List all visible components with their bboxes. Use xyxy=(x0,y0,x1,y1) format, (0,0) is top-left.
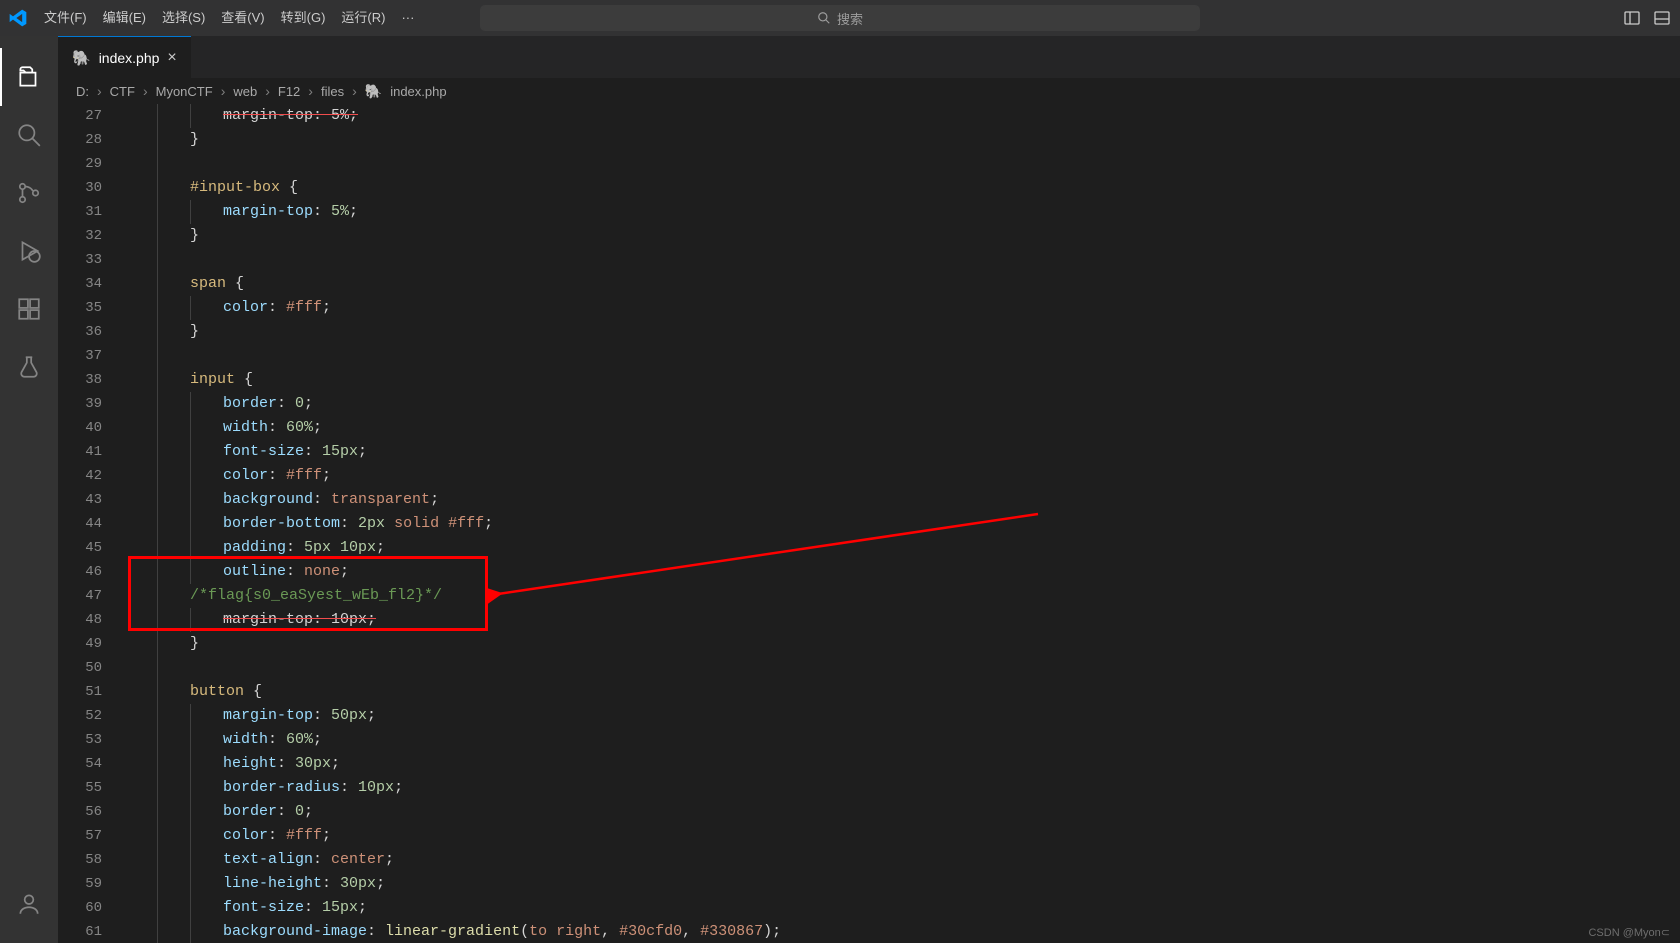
menu-edit[interactable]: 编辑(E) xyxy=(95,0,154,36)
layout-controls xyxy=(1624,10,1670,26)
minimap[interactable] xyxy=(1666,104,1680,943)
breadcrumb-segment[interactable]: CTF xyxy=(110,84,135,99)
breadcrumb-segment[interactable]: web xyxy=(233,84,257,99)
menu-select[interactable]: 选择(S) xyxy=(154,0,213,36)
title-bar: 文件(F) 编辑(E) 选择(S) 查看(V) 转到(G) 运行(R) ··· … xyxy=(0,0,1680,36)
breadcrumb-segment[interactable]: files xyxy=(321,84,344,99)
menu-view[interactable]: 查看(V) xyxy=(213,0,272,36)
line-number-gutter: 2728293031323334353637383940414243444546… xyxy=(58,104,116,943)
search-placeholder: 搜索 xyxy=(837,9,863,28)
menu-goto[interactable]: 转到(G) xyxy=(273,0,334,36)
activity-source-control-icon[interactable] xyxy=(0,164,58,222)
chevron-right-icon: › xyxy=(97,83,102,99)
code-editor[interactable]: 2728293031323334353637383940414243444546… xyxy=(58,104,1680,943)
activity-search-icon[interactable] xyxy=(0,106,58,164)
vscode-logo-icon xyxy=(0,8,36,28)
activity-accounts-icon[interactable] xyxy=(0,875,58,933)
breadcrumb: D: › CTF › MyonCTF › web › F12 › files › 🐘 ind… xyxy=(58,78,1680,104)
tab-label: index.php xyxy=(99,50,160,66)
command-center-search[interactable]: 搜索 xyxy=(480,5,1200,31)
watermark-text: CSDN @Myon⊂ xyxy=(1588,926,1670,939)
breadcrumb-segment[interactable]: MyonCTF xyxy=(156,84,213,99)
activity-extensions-icon[interactable] xyxy=(0,280,58,338)
chevron-right-icon: › xyxy=(265,83,270,99)
menu-run[interactable]: 运行(R) xyxy=(333,0,393,36)
activity-testing-icon[interactable] xyxy=(0,338,58,396)
chevron-right-icon: › xyxy=(308,83,313,99)
search-icon xyxy=(817,11,831,25)
activity-bar xyxy=(0,36,58,943)
tab-close-icon[interactable]: × xyxy=(167,50,176,66)
chevron-right-icon: › xyxy=(221,83,226,99)
menu-bar: 文件(F) 编辑(E) 选择(S) 查看(V) 转到(G) 运行(R) ··· xyxy=(36,0,422,36)
menu-file[interactable]: 文件(F) xyxy=(36,0,95,36)
toggle-sidebar-icon[interactable] xyxy=(1654,10,1670,26)
tab-index-php[interactable]: 🐘 index.php × xyxy=(58,36,191,78)
php-file-icon: 🐘 xyxy=(365,83,382,100)
php-file-icon: 🐘 xyxy=(72,49,91,67)
breadcrumb-segment[interactable]: D: xyxy=(76,84,89,99)
chevron-right-icon: › xyxy=(352,83,357,99)
breadcrumb-segment[interactable]: index.php xyxy=(390,84,446,99)
toggle-panel-icon[interactable] xyxy=(1624,10,1640,26)
code-content[interactable]: margin-top: 5%;}#input-box {margin-top: … xyxy=(116,104,1680,943)
activity-run-debug-icon[interactable] xyxy=(0,222,58,280)
breadcrumb-segment[interactable]: F12 xyxy=(278,84,300,99)
activity-explorer-icon[interactable] xyxy=(0,48,58,106)
chevron-right-icon: › xyxy=(143,83,148,99)
menu-more[interactable]: ··· xyxy=(393,0,422,36)
editor-tabs: 🐘 index.php × xyxy=(58,36,1680,78)
